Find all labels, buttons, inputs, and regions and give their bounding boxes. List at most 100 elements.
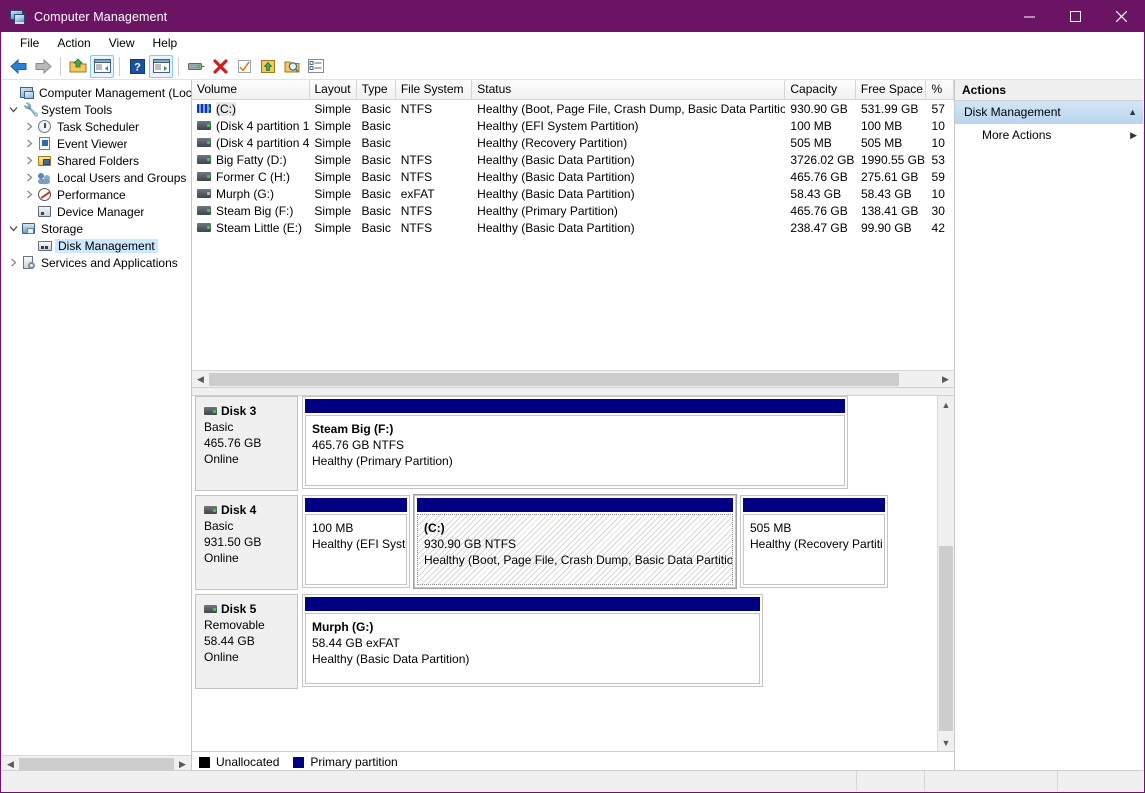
volume-column-header-volume[interactable]: Volume: [192, 80, 310, 99]
disk-scroll-thumb[interactable]: [939, 546, 953, 731]
volume-row[interactable]: Steam Little (E:) Simple Basic NTFS Healthy …: [192, 219, 954, 236]
back-icon[interactable]: [7, 55, 31, 78]
tree-item-storage[interactable]: Storage: [2, 220, 192, 237]
disk-partition[interactable]: (C:) 930.90 GB NTFS Healthy (Boot, Page Fi…: [413, 494, 737, 589]
volume-column-header-capacity[interactable]: Capacity: [785, 80, 856, 99]
disk-partition[interactable]: Murph (G:) 58.44 GB exFAT Healthy (Basic D…: [302, 594, 763, 687]
chevron-down-icon[interactable]: [6, 101, 21, 118]
find-icon[interactable]: [280, 55, 304, 78]
partition-body: Steam Big (F:) 465.76 GB NTFS Healthy (Pri…: [305, 415, 845, 486]
volume-row[interactable]: Steam Big (F:) Simple Basic NTFS Healthy (Pr…: [192, 202, 954, 219]
tree-item-task-scheduler[interactable]: Task Scheduler: [2, 118, 192, 135]
volume-column-header-free-space[interactable]: Free Space: [855, 80, 927, 99]
scroll-left-icon[interactable]: ◀: [192, 372, 209, 387]
volume-row[interactable]: (Disk 4 partition 4) Simple Basic Healthy (…: [192, 134, 954, 151]
toolbar: ?: [2, 53, 1143, 80]
volume-cell-file-system: exFAT: [400, 186, 435, 201]
list-view-icon[interactable]: [304, 55, 328, 78]
menu-file[interactable]: File: [11, 34, 48, 52]
disk-partitions: 100 MB Healthy (EFI Syste (C:) 930.90 GB NT…: [298, 494, 934, 590]
tree-scroll-thumb[interactable]: [19, 757, 174, 771]
volume-row[interactable]: (Disk 4 partition 1) Simple Basic Healthy (…: [192, 117, 954, 134]
tree-item-disk-management[interactable]: Disk Management: [2, 237, 192, 254]
show-hide-console-tree-icon[interactable]: [90, 54, 114, 78]
volume-scroll-track[interactable]: [209, 372, 937, 387]
volume-column-header-file-system[interactable]: File System: [395, 80, 473, 99]
menu-help[interactable]: Help: [144, 34, 187, 52]
volume-column-header-type[interactable]: Type: [356, 80, 396, 99]
forward-icon[interactable]: [31, 55, 55, 78]
scroll-up-icon[interactable]: ▲: [938, 396, 954, 413]
chevron-right-icon[interactable]: [6, 254, 21, 271]
disk-info-panel[interactable]: Disk 4 Basic 931.50 GB Online: [195, 495, 298, 590]
chevron-right-icon[interactable]: [22, 152, 37, 169]
volume-row[interactable]: Murph (G:) Simple Basic exFAT Healthy (Basic…: [192, 185, 954, 202]
scroll-down-icon[interactable]: ▼: [938, 734, 954, 751]
performance-icon: [37, 187, 53, 203]
volume-list-horizontal-scrollbar[interactable]: ◀ ▶: [192, 370, 954, 387]
tree-item-performance[interactable]: Performance: [2, 186, 192, 203]
up-folder-icon[interactable]: [66, 55, 90, 78]
disk-kind-label: Removable: [204, 618, 265, 632]
minimize-button[interactable]: [1006, 1, 1052, 32]
volume-row[interactable]: Big Fatty (D:) Simple Basic NTFS Healthy (Ba…: [192, 151, 954, 168]
refresh-icon[interactable]: [232, 55, 256, 78]
volume-cell-file-system: NTFS: [400, 203, 433, 218]
disk-partition[interactable]: 100 MB Healthy (EFI Syste: [302, 495, 410, 588]
disk-partition[interactable]: 505 MB Healthy (Recovery Partiti: [740, 495, 888, 588]
volume-cell-type: Basic: [361, 220, 391, 235]
volume-column-header-layout[interactable]: Layout: [309, 80, 357, 99]
shared-folder-icon: [37, 153, 53, 169]
volume-row[interactable]: (C:) Simple Basic NTFS Healthy (Boot, Page F…: [192, 100, 954, 117]
actions-group-disk-management[interactable]: Disk Management ▲: [955, 101, 1143, 124]
volume-row[interactable]: Former C (H:) Simple Basic NTFS Healthy (Bas…: [192, 168, 954, 185]
chevron-right-icon[interactable]: [22, 186, 37, 203]
volume-column-header--[interactable]: %: [926, 80, 954, 99]
tree-item-device-manager[interactable]: Device Manager: [2, 203, 192, 220]
chevron-right-icon[interactable]: [22, 169, 37, 186]
volume-cell-percent: 57: [931, 101, 945, 116]
tree-item-computer-management-local[interactable]: Computer Management (Local: [2, 84, 192, 101]
tree-item-local-users-and-groups[interactable]: Local Users and Groups: [2, 169, 192, 186]
volume-column-header-status[interactable]: Status: [472, 80, 786, 99]
volume-cell-layout: Simple: [314, 101, 352, 116]
tree-item-system-tools[interactable]: 🔧 System Tools: [2, 101, 192, 118]
disk-info-panel[interactable]: Disk 5 Removable 58.44 GB Online: [195, 594, 298, 689]
delete-icon[interactable]: [208, 55, 232, 78]
actions-item-more-actions[interactable]: More Actions ▶: [955, 124, 1143, 146]
tree-item-label: System Tools: [41, 102, 113, 117]
menu-action[interactable]: Action: [48, 34, 99, 52]
computer-management-icon: [10, 9, 26, 25]
maximize-button[interactable]: [1052, 1, 1098, 32]
properties-icon[interactable]: [184, 55, 208, 78]
help-icon[interactable]: ?: [125, 55, 149, 78]
show-hide-action-pane-icon[interactable]: [149, 54, 173, 78]
status-cell-4: [1058, 771, 1143, 791]
volume-icon: [197, 137, 211, 148]
volume-cell-layout: Simple: [314, 169, 352, 184]
pane-splitter[interactable]: [192, 387, 954, 396]
chevron-right-icon[interactable]: ▶: [1130, 130, 1137, 141]
tree-item-event-viewer[interactable]: Event Viewer: [2, 135, 192, 152]
volume-cell-percent: 10: [931, 118, 945, 133]
scroll-right-icon[interactable]: ▶: [937, 372, 954, 387]
tree-item-services-and-applications[interactable]: Services and Applications: [2, 254, 192, 271]
disk-name-label: Disk 3: [221, 404, 257, 418]
chevron-down-icon[interactable]: [6, 220, 21, 237]
tree-item-shared-folders[interactable]: Shared Folders: [2, 152, 192, 169]
volume-scroll-thumb[interactable]: [209, 372, 899, 386]
volume-cell-status: Healthy (EFI System Partition): [477, 118, 639, 133]
menu-view[interactable]: View: [100, 34, 144, 52]
chevron-right-icon[interactable]: [22, 118, 37, 135]
disk-view-vertical-scrollbar[interactable]: ▲ ▼: [937, 396, 954, 751]
volume-name-label: Former C (H:): [216, 169, 290, 184]
disk-info-panel[interactable]: Disk 3 Basic 465.76 GB Online: [195, 396, 298, 491]
volume-cell-free-space: 138.41 GB: [860, 203, 919, 218]
close-button[interactable]: [1098, 1, 1144, 32]
chevron-right-icon[interactable]: [22, 135, 37, 152]
export-list-icon[interactable]: [256, 55, 280, 78]
disk-partition[interactable]: Steam Big (F:) 465.76 GB NTFS Healthy (Pri…: [302, 396, 848, 489]
partition-size-label: 505 MB: [750, 521, 792, 535]
chevron-up-icon[interactable]: ▲: [1128, 107, 1137, 117]
